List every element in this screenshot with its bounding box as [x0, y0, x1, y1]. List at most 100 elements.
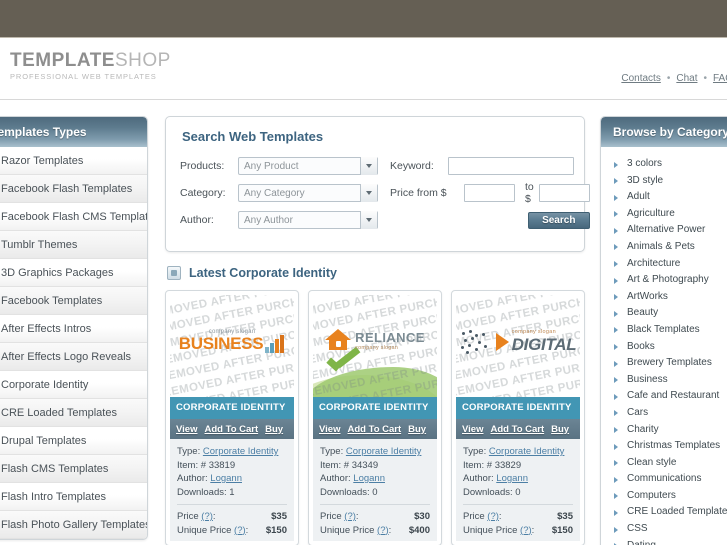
- downloads-label: Downloads:: [177, 486, 227, 498]
- category-item-agriculture[interactable]: Agriculture: [601, 206, 727, 223]
- add-to-cart-link[interactable]: Add To Cart: [347, 424, 401, 435]
- sidebar-item-facebook-flash-cms-templates[interactable]: Facebook Flash CMS Templates: [0, 203, 147, 231]
- author-label: Author:: [320, 473, 351, 484]
- unique-price-value: $400: [408, 524, 430, 536]
- sidebar-item-drupal-templates[interactable]: Drupal Templates: [0, 427, 147, 455]
- category-item-charity[interactable]: Charity: [601, 422, 727, 439]
- product-actions: View Add To Cart Buy: [456, 419, 580, 439]
- category-item-artworks[interactable]: ArtWorks: [601, 289, 727, 306]
- logo-wordmark-text: DIGITAL: [511, 335, 577, 354]
- sidebar-item-facebook-templates[interactable]: Facebook Templates: [0, 287, 147, 315]
- category-item-art-photography[interactable]: Art & Photography: [601, 272, 727, 289]
- category-item-christmas-templates[interactable]: Christmas Templates: [601, 438, 727, 455]
- author-select[interactable]: Any Author: [238, 211, 378, 229]
- buy-link[interactable]: Buy: [408, 424, 426, 435]
- sidebar-item-flash-intro-templates[interactable]: Flash Intro Templates: [0, 483, 147, 511]
- sidebar-item-flash-photo-gallery-templates[interactable]: Flash Photo Gallery Templates: [0, 511, 147, 539]
- category-item-cafe-and-restaurant[interactable]: Cafe and Restaurant: [601, 388, 727, 405]
- category-item-cre-loaded-templates[interactable]: CRE Loaded Templates: [601, 504, 727, 521]
- search-button[interactable]: Search: [527, 211, 590, 229]
- price-help-icon[interactable]: (?): [201, 511, 213, 522]
- sidebar-item-3d-graphics-packages[interactable]: 3D Graphics Packages: [0, 259, 147, 287]
- chevron-down-icon[interactable]: [360, 184, 377, 202]
- category-item-animals-pets[interactable]: Animals & Pets: [601, 239, 727, 256]
- section-icon: [167, 266, 181, 280]
- view-link[interactable]: View: [462, 424, 483, 435]
- sidebar-item-flash-cms-templates[interactable]: Flash CMS Templates: [0, 455, 147, 483]
- author-value[interactable]: Logann: [496, 473, 528, 484]
- topnav-link-contacts[interactable]: Contacts: [621, 73, 660, 84]
- sidebar-templates-types: Templates Types Razor Templates Facebook…: [0, 116, 148, 540]
- sidebar-item-after-effects-logo-reveals[interactable]: After Effects Logo Reveals: [0, 343, 147, 371]
- section-header: Latest Corporate Identity: [167, 266, 585, 280]
- product-item-row: Item: # 34349: [320, 459, 430, 473]
- chevron-down-icon[interactable]: [360, 211, 377, 229]
- price-label: Price: [463, 511, 485, 522]
- sidebar-item-tumblr-themes[interactable]: Tumblr Themes: [0, 231, 147, 259]
- add-to-cart-link[interactable]: Add To Cart: [490, 424, 544, 435]
- product-thumbnail[interactable]: REMOVED AFTER PURCHASEREMOVED AFTER PURC…: [456, 295, 580, 397]
- price-help-icon[interactable]: (?): [487, 511, 499, 522]
- product-card[interactable]: REMOVED AFTER PURCHASEREMOVED AFTER PURC…: [451, 290, 585, 545]
- product-card[interactable]: REMOVED AFTER PURCHASEREMOVED AFTER PURC…: [165, 290, 299, 545]
- unique-price-help-icon[interactable]: (?): [234, 525, 246, 536]
- category-item-alternative-power[interactable]: Alternative Power: [601, 222, 727, 239]
- price-label-group: Price (?):: [177, 511, 216, 522]
- search-row-price: Price from $ to $: [390, 181, 590, 205]
- category-item-cars[interactable]: Cars: [601, 405, 727, 422]
- topnav-link-chat[interactable]: Chat: [676, 73, 697, 84]
- unique-price-help-icon[interactable]: (?): [377, 525, 389, 536]
- keyword-input[interactable]: [448, 157, 574, 175]
- category-item-css[interactable]: CSS: [601, 521, 727, 538]
- category-item-3-colors[interactable]: 3 colors: [601, 156, 727, 173]
- price-to-input[interactable]: [538, 184, 590, 202]
- product-item-row: Item: # 33829: [463, 459, 573, 473]
- category-item-business[interactable]: Business: [601, 372, 727, 389]
- thumbnail-logo-artwork: company slogan BUSINESS: [170, 329, 294, 354]
- price-from-input[interactable]: [464, 184, 515, 202]
- category-item-dating[interactable]: Dating: [601, 538, 727, 545]
- category-select[interactable]: Any Category: [238, 184, 378, 202]
- category-item-adult[interactable]: Adult: [601, 189, 727, 206]
- view-link[interactable]: View: [319, 424, 340, 435]
- category-item-computers[interactable]: Computers: [601, 488, 727, 505]
- unique-price-help-icon[interactable]: (?): [520, 525, 532, 536]
- category-item-brewery-templates[interactable]: Brewery Templates: [601, 355, 727, 372]
- author-value[interactable]: Logann: [353, 473, 385, 484]
- product-card-list: REMOVED AFTER PURCHASEREMOVED AFTER PURC…: [165, 290, 585, 545]
- search-row-products: Products: Any Product: [180, 156, 378, 176]
- logo-wordmark: TEMPLATESHOP: [10, 51, 171, 70]
- price-help-icon[interactable]: (?): [344, 511, 356, 522]
- view-link[interactable]: View: [176, 424, 197, 435]
- type-value[interactable]: Corporate Identity: [203, 446, 279, 457]
- sidebar-item-facebook-flash-templates[interactable]: Facebook Flash Templates: [0, 175, 147, 203]
- category-item-black-templates[interactable]: Black Templates: [601, 322, 727, 339]
- topnav-link-faq[interactable]: FAQ: [713, 73, 727, 84]
- type-value[interactable]: Corporate Identity: [489, 446, 565, 457]
- product-card[interactable]: REMOVED AFTER PURCHASEREMOVED AFTER PURC…: [308, 290, 442, 545]
- unique-price-label: Unique Price: [320, 524, 375, 536]
- buy-link[interactable]: Buy: [551, 424, 569, 435]
- type-value[interactable]: Corporate Identity: [346, 446, 422, 457]
- category-item-architecture[interactable]: Architecture: [601, 256, 727, 273]
- sidebar-item-corporate-identity[interactable]: Corporate Identity: [0, 371, 147, 399]
- buy-link[interactable]: Buy: [265, 424, 283, 435]
- product-author-row: Author: Logann: [177, 472, 287, 486]
- sidebar-item-razor-templates[interactable]: Razor Templates: [0, 147, 147, 175]
- add-to-cart-link[interactable]: Add To Cart: [204, 424, 258, 435]
- products-select[interactable]: Any Product: [238, 157, 378, 175]
- site-logo[interactable]: TEMPLATESHOP PROFESSIONAL WEB TEMPLATES: [10, 51, 171, 81]
- product-type-row: Type: Corporate Identity: [463, 445, 573, 459]
- chevron-down-icon[interactable]: [360, 157, 377, 175]
- item-label: Item:: [463, 459, 485, 471]
- product-thumbnail[interactable]: REMOVED AFTER PURCHASEREMOVED AFTER PURC…: [313, 295, 437, 397]
- sidebar-item-cre-loaded-templates[interactable]: CRE Loaded Templates: [0, 399, 147, 427]
- product-thumbnail[interactable]: REMOVED AFTER PURCHASEREMOVED AFTER PURC…: [170, 295, 294, 397]
- author-value[interactable]: Logann: [210, 473, 242, 484]
- sidebar-item-after-effects-intros[interactable]: After Effects Intros: [0, 315, 147, 343]
- category-item-3d-style[interactable]: 3D style: [601, 173, 727, 190]
- category-item-beauty[interactable]: Beauty: [601, 305, 727, 322]
- category-item-books[interactable]: Books: [601, 339, 727, 356]
- category-item-communications[interactable]: Communications: [601, 471, 727, 488]
- category-item-clean-style[interactable]: Clean style: [601, 455, 727, 472]
